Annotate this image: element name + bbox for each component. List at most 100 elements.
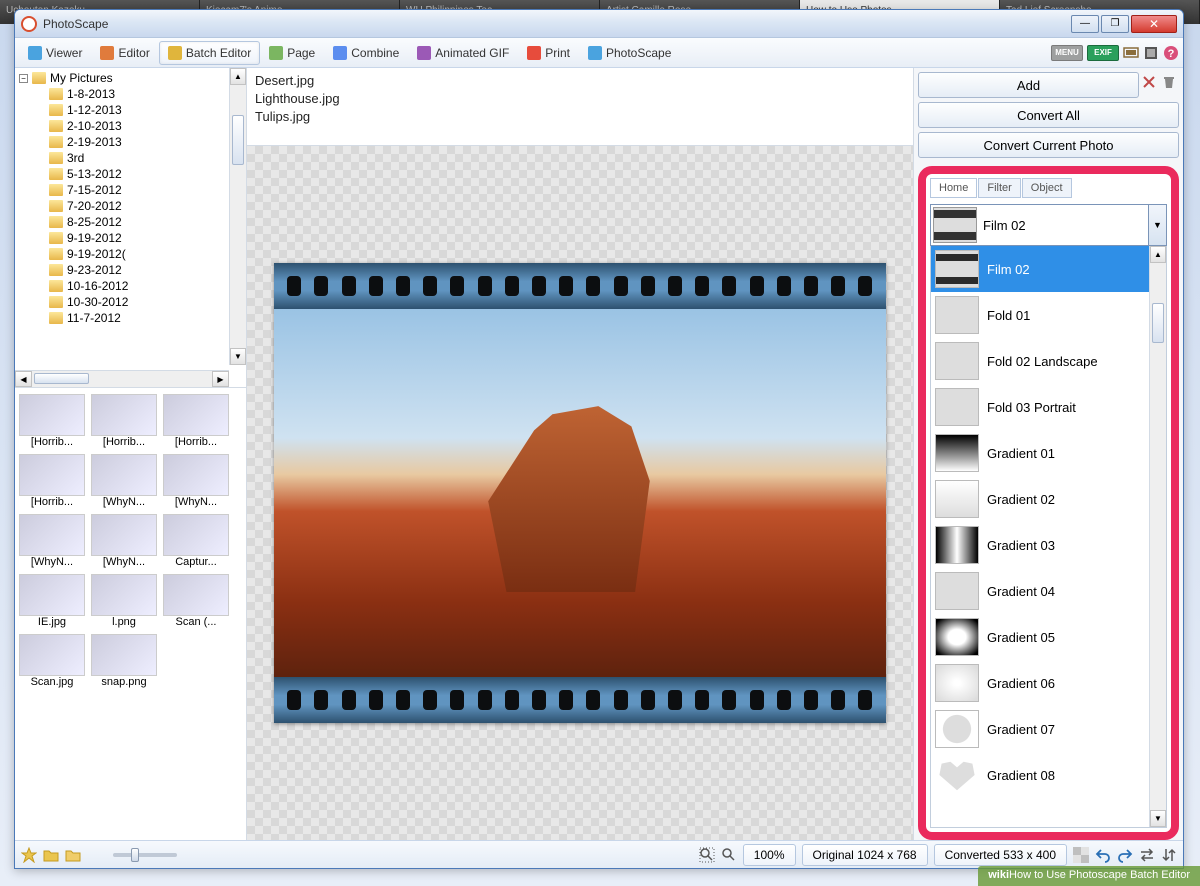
sub-tab-object[interactable]: Object [1022,178,1072,198]
frame-option[interactable]: Film 02 [931,246,1166,292]
minimize-button[interactable]: — [1071,15,1099,33]
thumbnail-item[interactable]: [Horrib... [91,394,157,448]
redo-icon[interactable] [1117,847,1133,863]
thumbnail-browser[interactable]: [Horrib...[Horrib...[Horrib...[Horrib...… [15,388,246,840]
thumbnail-item[interactable]: IE.jpg [19,574,85,628]
close-button[interactable]: ✕ [1131,15,1177,33]
thumbnail-image [163,514,229,556]
tree-folder-item[interactable]: 1-8-2013 [49,86,242,102]
thumbnail-item[interactable]: Scan (... [163,574,229,628]
frame-picker-highlighted: HomeFilterObject Film 02 ▼ Film 02Fold 0… [918,166,1179,840]
thumbnail-item[interactable]: [WhyN... [163,454,229,508]
toolbar-tab-viewer[interactable]: Viewer [19,41,91,65]
help-icon[interactable]: ? [1163,45,1179,61]
toolbar-tab-photoscape[interactable]: PhotoScape [579,41,680,65]
toolbar-tab-editor[interactable]: Editor [91,41,158,65]
convert-all-button[interactable]: Convert All [918,102,1179,128]
frame-option[interactable]: Gradient 07 [931,706,1166,752]
folder-tree[interactable]: − My Pictures 1-8-20131-12-20132-10-2013… [15,68,246,387]
menu-badge[interactable]: MENU [1051,45,1083,61]
frame-dropdown-swatch [933,207,977,243]
batch-file-item[interactable]: Tulips.jpg [255,108,905,126]
frame-option[interactable]: Fold 02 Landscape [931,338,1166,384]
thumbnail-item[interactable]: [WhyN... [91,514,157,568]
frame-option[interactable]: Gradient 02 [931,476,1166,522]
frame-option[interactable]: Gradient 06 [931,660,1166,706]
star-icon[interactable] [21,847,37,863]
batch-file-item[interactable]: Lighthouse.jpg [255,90,905,108]
batch-file-item[interactable]: Desert.jpg [255,72,905,90]
tree-folder-label: 7-15-2012 [67,183,122,197]
thumbnail-label: IE.jpg [19,616,85,628]
sub-tab-home[interactable]: Home [930,178,977,198]
tree-folder-item[interactable]: 11-7-2012 [49,310,242,326]
frame-option[interactable]: Fold 01 [931,292,1166,338]
thumbnail-item[interactable]: Scan.jpg [19,634,85,688]
tree-folder-item[interactable]: 2-19-2013 [49,134,242,150]
film-icon[interactable] [1143,45,1159,61]
chevron-down-icon[interactable]: ▼ [1148,205,1166,245]
batch-file-list[interactable]: Desert.jpgLighthouse.jpgTulips.jpg [247,68,913,146]
frame-option[interactable]: Gradient 05 [931,614,1166,660]
frame-option[interactable]: Gradient 04 [931,568,1166,614]
checker-icon[interactable] [1073,847,1089,863]
delete-icon[interactable] [1141,74,1157,90]
tree-folder-item[interactable]: 1-12-2013 [49,102,242,118]
frame-list[interactable]: Film 02Fold 01Fold 02 LandscapeFold 03 P… [930,246,1167,828]
toolbar-tab-animated-gif[interactable]: Animated GIF [408,41,518,65]
add-button[interactable]: Add [918,72,1139,98]
tree-horizontal-scrollbar[interactable]: ◀▶ [15,370,229,387]
collapse-icon[interactable]: − [19,74,28,83]
folder-open-icon[interactable] [65,847,81,863]
tree-folder-item[interactable]: 8-25-2012 [49,214,242,230]
thumbnail-size-slider[interactable] [113,853,177,857]
thumbnail-item[interactable]: [WhyN... [91,454,157,508]
thumbnail-item[interactable]: [WhyN... [19,514,85,568]
trash-icon[interactable] [1161,74,1177,90]
tree-folder-item[interactable]: 9-19-2012 [49,230,242,246]
zoom-icon[interactable] [721,847,737,863]
maximize-button[interactable]: ❐ [1101,15,1129,33]
tree-folder-item[interactable]: 10-16-2012 [49,278,242,294]
tree-folder-item[interactable]: 2-10-2013 [49,118,242,134]
exif-badge[interactable]: EXIF [1087,45,1119,61]
toolbar-tab-combine[interactable]: Combine [324,41,408,65]
tree-folder-item[interactable]: 5-13-2012 [49,166,242,182]
thumbnail-item[interactable]: [Horrib... [163,394,229,448]
frame-option[interactable]: Gradient 03 [931,522,1166,568]
tree-folder-item[interactable]: 10-30-2012 [49,294,242,310]
convert-current-button[interactable]: Convert Current Photo [918,132,1179,158]
toolbar-tab-page[interactable]: Page [260,41,324,65]
frame-option[interactable]: Fold 03 Portrait [931,384,1166,430]
swap-horizontal-icon[interactable] [1139,847,1155,863]
frame-swatch [935,572,979,610]
tree-folder-item[interactable]: 9-23-2012 [49,262,242,278]
frame-swatch [935,618,979,656]
thumbnail-item[interactable]: l.png [91,574,157,628]
tree-folder-item[interactable]: 7-15-2012 [49,182,242,198]
frame-option[interactable]: Gradient 08 [931,752,1166,798]
swap-vertical-icon[interactable] [1161,847,1177,863]
frame-list-scrollbar[interactable]: ▲▼ [1149,246,1166,827]
tree-folder-item[interactable]: 7-20-2012 [49,198,242,214]
undo-icon[interactable] [1095,847,1111,863]
toolbar-tab-label: Print [545,46,570,60]
toolbar-tab-batch-editor[interactable]: Batch Editor [159,41,260,65]
zoom-fit-icon[interactable] [699,847,715,863]
tree-vertical-scrollbar[interactable]: ▲▼ [229,68,246,365]
frame-option[interactable]: Gradient 01 [931,430,1166,476]
folder-star-icon[interactable] [43,847,59,863]
zoom-level[interactable]: 100% [743,844,796,866]
thumbnail-item[interactable]: [Horrib... [19,394,85,448]
tree-folder-item[interactable]: 3rd [49,150,242,166]
thumbnail-item[interactable]: snap.png [91,634,157,688]
frame-dropdown[interactable]: Film 02 ▼ [930,204,1167,246]
tree-folder-item[interactable]: 9-19-2012( [49,246,242,262]
thumbnail-item[interactable]: Captur... [163,514,229,568]
tree-root-item[interactable]: − My Pictures [19,70,242,86]
thumbnail-image [163,394,229,436]
sub-tab-filter[interactable]: Filter [978,178,1020,198]
toolbar-tab-print[interactable]: Print [518,41,579,65]
thumbnail-item[interactable]: [Horrib... [19,454,85,508]
tv-icon[interactable] [1123,45,1139,61]
